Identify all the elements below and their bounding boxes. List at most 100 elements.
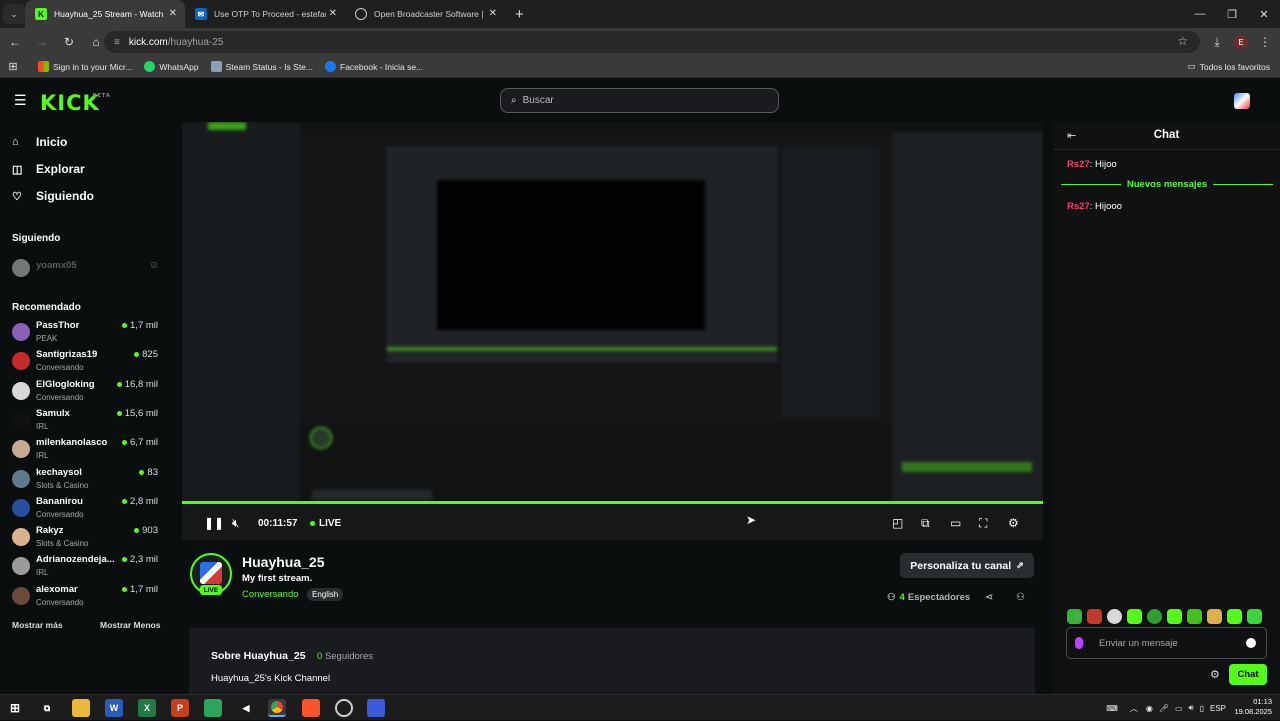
recommended-channel[interactable]: Adrianozendeja... IRL 2,3 mil (12, 554, 162, 582)
close-tab-icon[interactable]: ✕ (169, 8, 177, 19)
task-view-icon[interactable]: ⧉ (38, 699, 56, 717)
user-avatar[interactable] (1234, 93, 1250, 109)
nav-siguiendo[interactable]: ♡ Siguiendo (12, 189, 94, 203)
recommended-channel[interactable]: Rakyz Slots & Casino 903 (12, 525, 162, 553)
recommended-channel[interactable]: kechaysol Slots & Casino 83 (12, 467, 162, 495)
emote-icon[interactable] (1187, 609, 1202, 624)
share-icon[interactable]: ⋖ (985, 592, 993, 603)
emoji-picker-icon[interactable] (1246, 638, 1256, 648)
windows-start-icon[interactable]: ⊞ (6, 699, 24, 717)
bookmark-whatsapp[interactable]: WhatsApp (144, 61, 199, 72)
browser-tab-obs[interactable]: Open Broadcaster Software | O ✕ (345, 0, 505, 28)
pause-icon[interactable]: ❚❚ (204, 516, 224, 530)
nav-inicio[interactable]: ⌂ Inicio (12, 135, 67, 149)
browser-tab-otp[interactable]: ✉ Use OTP To Proceed - estefanol ✕ (185, 0, 345, 28)
kick-logo[interactable]: KICK BETA (40, 91, 110, 115)
browser-menu-icon[interactable]: ⋮ (1254, 30, 1276, 54)
fullscreen-icon[interactable]: ⛶ (979, 516, 987, 531)
emote-icon[interactable] (1207, 609, 1222, 624)
video-player[interactable]: ❚❚ 🔇︎ 00:11:57 LIVE ◰ ⧉ ▭ ⛶ ⚙ (182, 122, 1043, 540)
hamburger-menu-icon[interactable]: ☰ (14, 92, 27, 109)
emote-icon[interactable] (1087, 609, 1102, 624)
bookmark-microsoft[interactable]: Sign in to your Micr... (38, 61, 132, 72)
download-icon[interactable]: ⤓ (1206, 30, 1228, 54)
emote-icon[interactable] (1167, 609, 1182, 624)
restore-icon[interactable]: ❐ (1216, 0, 1248, 28)
volume-icon[interactable]: 🔊︎ (1189, 703, 1194, 713)
close-tab-icon[interactable]: ✕ (489, 8, 497, 19)
power-icon[interactable]: ▯ (1200, 704, 1204, 713)
live-indicator[interactable]: LIVE (310, 518, 341, 529)
recommended-channel[interactable]: PassThor PEAK 1,7 mil (12, 320, 162, 348)
language-tag[interactable]: English (307, 588, 344, 601)
microphone-tray-icon[interactable]: 🎤︎ (1159, 704, 1169, 713)
all-bookmarks-button[interactable]: ▭ Todos los favoritos (1188, 61, 1270, 72)
network-icon[interactable]: ▭ (1175, 704, 1183, 713)
tab-search-button[interactable]: ⌄ (3, 4, 25, 24)
show-more-button[interactable]: Mostrar más (12, 620, 63, 630)
stream-progress-bar[interactable] (182, 501, 1043, 504)
recommended-channel[interactable]: Santigrizas19 Conversando 825 (12, 349, 162, 377)
emote-icon[interactable] (1107, 609, 1122, 624)
file-explorer-icon[interactable] (72, 699, 90, 717)
new-tab-button[interactable]: + (515, 6, 524, 23)
input-language[interactable]: ESP (1210, 704, 1226, 713)
clip-icon[interactable]: ⧉ (921, 516, 930, 531)
following-item[interactable]: yoamx05 ⊘ (12, 256, 162, 284)
meet-icon[interactable]: ◉ (1146, 704, 1153, 713)
powerpoint-icon[interactable]: P (171, 699, 189, 717)
bookmark-facebook[interactable]: Facebook - Inicia se... (325, 61, 423, 72)
obs-taskbar-icon[interactable] (335, 699, 353, 717)
bookmark-star-icon[interactable]: ☆ (1177, 34, 1188, 48)
channel-name[interactable]: Huayhua_25 (242, 554, 324, 570)
nav-explorar[interactable]: ◫ Explorar (12, 162, 85, 176)
bookmark-steam-status[interactable]: Steam Status - Is Ste... (210, 61, 313, 72)
chat-username[interactable]: Rs27 (1067, 201, 1090, 212)
customize-channel-button[interactable]: Personaliza tu canal ⇗ (900, 553, 1034, 578)
stream-category-link[interactable]: Conversando (242, 589, 299, 600)
close-window-icon[interactable]: ✕ (1248, 0, 1280, 28)
recommended-channel[interactable]: milenkanolasco IRL 6,7 mil (12, 437, 162, 465)
chat-settings-icon[interactable]: ⚙ (1210, 668, 1220, 681)
emote-icon[interactable] (1127, 609, 1142, 624)
mute-icon[interactable]: 🔇︎ (232, 516, 240, 531)
address-bar[interactable]: ≡ kick.com/huayhua-25 ☆ (104, 31, 1200, 53)
word-icon[interactable]: W (105, 699, 123, 717)
emote-icon[interactable] (1067, 609, 1082, 624)
brave-icon[interactable] (302, 699, 320, 717)
site-info-icon[interactable]: ≡ (114, 37, 120, 48)
recommended-channel[interactable]: alexomar Conversando 1,7 mil (12, 584, 162, 612)
keyboard-icon[interactable]: ⌨ (1106, 704, 1118, 713)
show-less-button[interactable]: Mostrar Menos (100, 620, 160, 630)
emote-icon[interactable] (1247, 609, 1262, 624)
search-input[interactable]: ⌕ Buscar (500, 88, 779, 113)
show-hidden-icons[interactable]: ︿ (1130, 703, 1138, 714)
app-icon[interactable] (204, 699, 222, 717)
recommended-channel[interactable]: ElGlogloking Conversando 16,8 mil (12, 379, 162, 407)
chat-send-button[interactable]: Chat (1229, 664, 1267, 685)
emote-icon[interactable] (1147, 609, 1162, 624)
app-icon[interactable] (367, 699, 385, 717)
capcut-icon[interactable]: ◀ (237, 699, 255, 717)
recommended-channel[interactable]: Samulx IRL 15,6 mil (12, 408, 162, 436)
theater-mode-icon[interactable]: ▭ (950, 516, 961, 530)
reload-icon[interactable]: ↻ (57, 30, 81, 54)
browser-tab-kick[interactable]: K Huayhua_25 Stream - Watch Liv ✕ (25, 0, 185, 28)
profile-button[interactable]: E (1230, 30, 1252, 54)
picture-in-picture-icon[interactable]: ◰ (892, 516, 903, 530)
chrome-icon[interactable] (268, 699, 286, 717)
close-tab-icon[interactable]: ✕ (329, 8, 337, 19)
excel-icon[interactable]: X (138, 699, 156, 717)
microphone-icon[interactable] (1075, 637, 1083, 649)
recommended-channel[interactable]: Bananirou Conversando 2,8 mil (12, 496, 162, 524)
emote-icon[interactable] (1227, 609, 1242, 624)
apps-icon[interactable]: ⊞ (0, 60, 26, 73)
add-user-icon[interactable]: ⚇ (1016, 592, 1025, 603)
chat-message-input[interactable]: Enviar un mensaje (1066, 627, 1267, 659)
settings-gear-icon[interactable]: ⚙ (1008, 516, 1019, 530)
taskbar-clock[interactable]: 01:13 19.08.2025 (1234, 697, 1272, 717)
chat-username[interactable]: Rs27 (1067, 159, 1090, 170)
forward-icon[interactable]: → (30, 30, 54, 54)
back-icon[interactable]: ← (3, 30, 27, 54)
minimize-icon[interactable]: — (1184, 0, 1216, 28)
